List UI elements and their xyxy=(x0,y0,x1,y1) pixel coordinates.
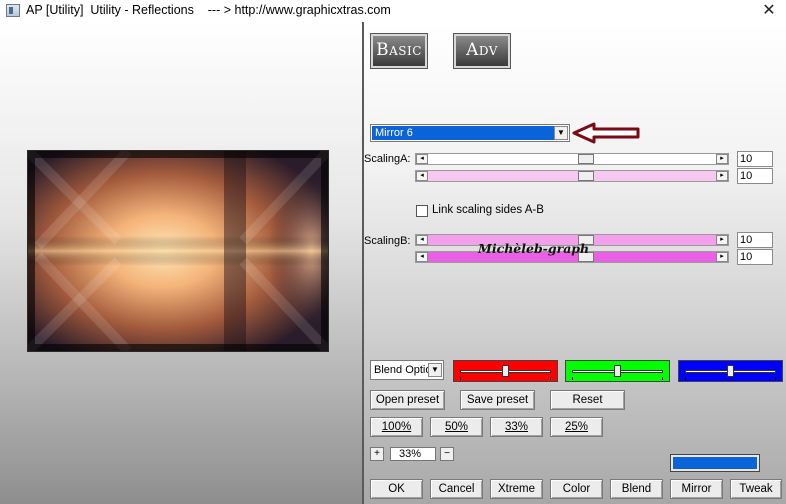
scroll-left-icon[interactable]: ◂ xyxy=(416,154,428,164)
link-scaling-label: Link scaling sides A-B xyxy=(432,204,544,216)
zoom-100-button[interactable]: 100% xyxy=(370,417,423,437)
pointer-arrow-icon xyxy=(572,122,640,144)
slider-ticks xyxy=(572,377,663,380)
scroll-right-icon[interactable]: ▸ xyxy=(716,252,728,262)
ok-button[interactable]: OK xyxy=(370,479,423,499)
title-bar: AP [Utility] Utility - Reflections --- >… xyxy=(0,0,786,22)
advanced-mode-button[interactable]: Adv xyxy=(453,33,511,69)
scaling-a-value-2[interactable]: 10 xyxy=(737,168,773,184)
basic-mode-button[interactable]: Basic xyxy=(370,33,428,69)
slider-thumb[interactable] xyxy=(727,365,734,377)
zoom-decrease-button[interactable]: − xyxy=(440,447,454,461)
reset-button[interactable]: Reset xyxy=(550,390,625,410)
scaling-b-value-1[interactable]: 10 xyxy=(737,232,773,248)
scroll-right-icon[interactable]: ▸ xyxy=(716,171,728,181)
scaling-b-label: ScalingB: xyxy=(364,235,411,247)
chevron-down-icon[interactable]: ▼ xyxy=(428,363,442,377)
blue-channel-slider[interactable] xyxy=(678,360,783,382)
zoom-25-button[interactable]: 25% xyxy=(550,417,603,437)
slider-thumb[interactable] xyxy=(577,154,594,164)
preset-dropdown[interactable]: Mirror 6 ▼ xyxy=(370,124,570,142)
scroll-left-icon[interactable]: ◂ xyxy=(416,235,428,245)
watermark-text: Michèleb-graph xyxy=(478,241,590,256)
scroll-right-icon[interactable]: ▸ xyxy=(716,235,728,245)
close-button[interactable]: ✕ xyxy=(760,1,778,19)
window-title: AP [Utility] Utility - Reflections --- >… xyxy=(26,3,391,17)
blend-options-select[interactable]: Blend Optio ▼ xyxy=(370,360,444,380)
mirror-button[interactable]: Mirror xyxy=(670,479,723,499)
slider-thumb[interactable] xyxy=(502,365,509,377)
open-preset-button[interactable]: Open preset xyxy=(370,390,445,410)
settings-panel: Basic Adv Mirror 6 ▼ ScalingA: ◂ ▸ 10 ◂ … xyxy=(364,22,786,504)
chevron-down-icon[interactable]: ▼ xyxy=(554,126,568,140)
zoom-50-button[interactable]: 50% xyxy=(430,417,483,437)
zoom-value[interactable]: 33% xyxy=(390,447,436,461)
scaling-a-value-1[interactable]: 10 xyxy=(737,151,773,167)
app-icon xyxy=(6,4,20,17)
scroll-right-icon[interactable]: ▸ xyxy=(716,154,728,164)
slider-ticks xyxy=(685,377,776,380)
slider-ticks xyxy=(460,377,551,380)
xtreme-button[interactable]: Xtreme xyxy=(490,479,543,499)
red-channel-slider[interactable] xyxy=(453,360,558,382)
color-swatch[interactable] xyxy=(670,454,760,472)
scaling-a-label: ScalingA: xyxy=(364,153,411,165)
scaling-a-slider-2[interactable]: ◂ ▸ xyxy=(415,170,729,182)
link-scaling-checkbox[interactable] xyxy=(416,205,428,217)
slider-thumb[interactable] xyxy=(577,171,594,181)
preview-image xyxy=(27,150,329,352)
scaling-b-value-2[interactable]: 10 xyxy=(737,249,773,265)
scroll-left-icon[interactable]: ◂ xyxy=(416,171,428,181)
scroll-left-icon[interactable]: ◂ xyxy=(416,252,428,262)
preset-dropdown-value: Mirror 6 xyxy=(372,126,554,140)
color-button[interactable]: Color xyxy=(550,479,603,499)
zoom-increase-button[interactable]: + xyxy=(370,447,384,461)
cancel-button[interactable]: Cancel xyxy=(430,479,483,499)
scaling-a-slider-1[interactable]: ◂ ▸ xyxy=(415,153,729,165)
green-channel-slider[interactable] xyxy=(565,360,670,382)
blend-button[interactable]: Blend xyxy=(610,479,663,499)
save-preset-button[interactable]: Save preset xyxy=(460,390,535,410)
zoom-33-button[interactable]: 33% xyxy=(490,417,543,437)
blend-options-value: Blend Optio xyxy=(374,364,432,376)
tweak-button[interactable]: Tweak xyxy=(730,479,782,499)
slider-thumb[interactable] xyxy=(614,365,621,377)
